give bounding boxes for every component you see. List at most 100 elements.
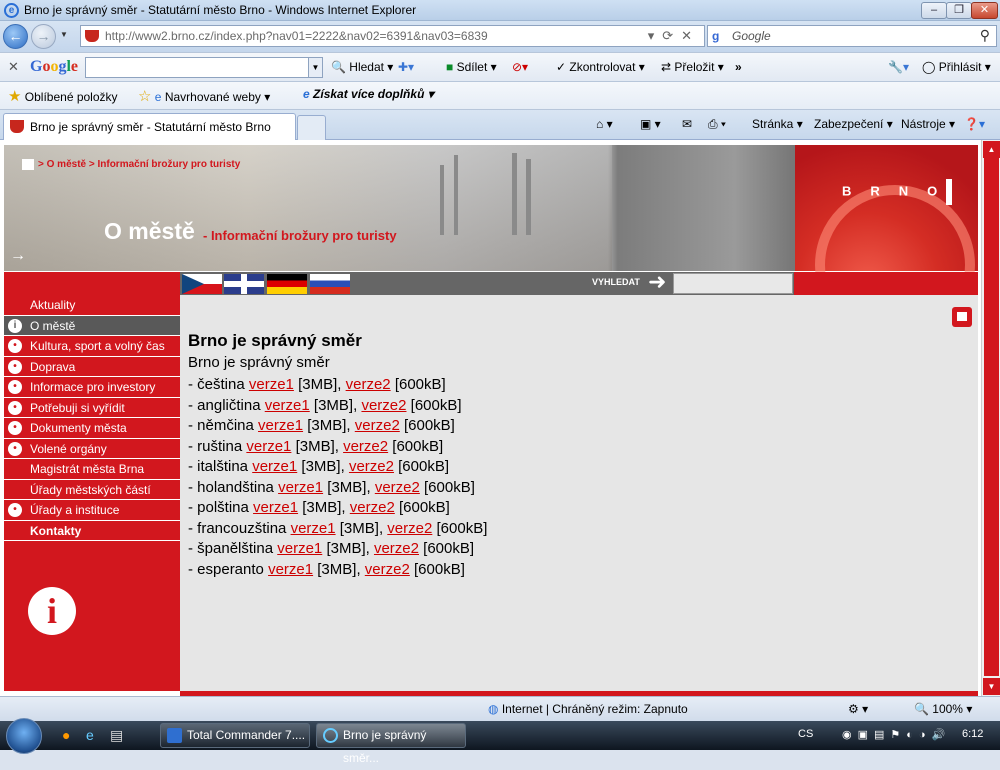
page-menu[interactable]: Stránka ▾: [752, 117, 803, 131]
maximize-button[interactable]: ❐: [946, 2, 972, 19]
flag-english-icon[interactable]: [224, 274, 264, 294]
sidebar-item[interactable]: • Úřady a instituce: [4, 500, 180, 521]
home-icon[interactable]: [22, 159, 34, 170]
task-total-commander[interactable]: Total Commander 7....: [160, 723, 310, 748]
close-button[interactable]: ✕: [971, 2, 998, 19]
sidebar-item[interactable]: Kontakty: [4, 521, 180, 541]
back-button[interactable]: ←: [3, 24, 28, 49]
version1-link[interactable]: verze1: [291, 520, 336, 537]
version2-link[interactable]: verze2: [343, 438, 388, 455]
breadcrumb[interactable]: > O městě > Informační brožury pro turis…: [22, 159, 240, 170]
google-toolbar-input[interactable]: ▼: [85, 57, 323, 78]
help-icon[interactable]: ❓▾: [964, 117, 985, 131]
tab-bar: Brno je správný směr - Statutární město …: [0, 110, 1000, 140]
sidebar-item[interactable]: • Potřebuji si vyřídit: [4, 398, 180, 418]
chevron-down-icon[interactable]: ▼: [308, 58, 322, 77]
print-icon[interactable]: [952, 307, 972, 327]
history-dropdown-icon[interactable]: ▼: [60, 30, 68, 39]
sidebar-item[interactable]: • Kultura, sport a volný čas: [4, 336, 180, 357]
address-url[interactable]: http://www2.brno.cz/index.php?nav01=2222…: [105, 29, 488, 43]
version1-link[interactable]: verze1: [268, 561, 313, 578]
scroll-down-icon[interactable]: ▼: [983, 678, 1000, 695]
flag-czech-icon[interactable]: [182, 274, 222, 294]
version1-link[interactable]: verze1: [277, 540, 322, 557]
get-addons-button[interactable]: e Získat více doplňků ▾: [303, 87, 434, 101]
version2-link[interactable]: verze2: [346, 376, 391, 393]
zone-icons[interactable]: ⚙ ▾: [848, 702, 868, 716]
version2-size: [600kB]: [414, 560, 465, 578]
version2-size: [600kB]: [424, 478, 475, 496]
firefox-icon[interactable]: ●: [62, 727, 70, 743]
version1-link[interactable]: verze1: [246, 438, 291, 455]
sidebar-item[interactable]: Úřady městských částí: [4, 480, 180, 500]
sidebar-item[interactable]: i O městě: [4, 315, 180, 336]
version1-link[interactable]: verze1: [265, 397, 310, 414]
scroll-up-icon[interactable]: ▲: [983, 141, 1000, 158]
google-search-button[interactable]: 🔍 Hledat ▾: [331, 60, 393, 74]
breadcrumb-text[interactable]: > O městě > Informační brožury pro turis…: [38, 159, 240, 170]
version2-link[interactable]: verze2: [365, 561, 410, 578]
ie-icon[interactable]: e: [86, 727, 94, 743]
flag-german-icon[interactable]: [267, 274, 307, 294]
clock[interactable]: 6:12: [962, 728, 983, 740]
security-menu[interactable]: Zabezpečení ▾: [814, 117, 893, 131]
favorites-button[interactable]: ★ Oblíbené položky: [8, 87, 118, 105]
flag-russian-icon[interactable]: [310, 274, 350, 294]
task-ie-brno[interactable]: Brno je správný směr...: [316, 723, 466, 765]
sidebar-item[interactable]: • Informace pro investory: [4, 377, 180, 398]
language-indicator[interactable]: CS: [798, 728, 813, 740]
version1-link[interactable]: verze1: [249, 376, 294, 393]
version2-link[interactable]: verze2: [375, 479, 420, 496]
sidebar-item[interactable]: • Doprava: [4, 357, 180, 377]
version2-link[interactable]: verze2: [374, 540, 419, 557]
version2-link[interactable]: verze2: [350, 499, 395, 516]
signpost-icon: •: [8, 503, 22, 517]
version1-link[interactable]: verze1: [252, 458, 297, 475]
tools-menu[interactable]: Nástroje ▾: [901, 117, 955, 131]
tram-icon: •: [8, 359, 22, 374]
new-tab-button[interactable]: [297, 115, 326, 140]
scroll-thumb[interactable]: [984, 158, 999, 676]
version1-link[interactable]: verze1: [278, 479, 323, 496]
version2-link[interactable]: verze2: [387, 520, 432, 537]
version2-link[interactable]: verze2: [355, 417, 400, 434]
search-icon[interactable]: ⚲: [980, 27, 990, 44]
info-icon[interactable]: i: [28, 587, 76, 635]
mail-icon[interactable]: ✉: [682, 117, 692, 131]
search-placeholder[interactable]: Google: [732, 29, 771, 43]
zoom-control[interactable]: 🔍 100% ▾: [914, 702, 972, 716]
sign-in-button[interactable]: ◯ Přihlásit ▾: [922, 60, 991, 74]
version2-link[interactable]: verze2: [349, 458, 394, 475]
translate-button[interactable]: ⇄ Přeložit ▾: [661, 60, 724, 74]
tab-brno[interactable]: Brno je správný směr - Statutární město …: [3, 113, 296, 140]
vertical-scrollbar[interactable]: ▲ ▼: [981, 140, 1000, 696]
home-icon[interactable]: ⌂ ▾: [596, 117, 613, 131]
share-button[interactable]: ■ Sdílet ▾: [446, 60, 497, 74]
popup-blocker-icon[interactable]: ⊘▾: [512, 60, 528, 74]
wrench-icon[interactable]: 🔧▾: [888, 60, 909, 74]
more-chevron[interactable]: »: [735, 60, 742, 74]
tray-icons[interactable]: ◉▣▤⚑◐◑🔊: [842, 728, 951, 741]
sidebar-item[interactable]: • Dokumenty města: [4, 418, 180, 439]
version1-link[interactable]: verze1: [258, 417, 303, 434]
address-field[interactable]: http://www2.brno.cz/index.php?nav01=2222…: [80, 25, 705, 47]
sidebar-item[interactable]: Aktuality: [4, 295, 180, 316]
spellcheck-button[interactable]: ✓ Zkontrolovat ▾: [556, 60, 645, 74]
search-arrow-icon[interactable]: ➜: [648, 269, 666, 295]
show-desktop-icon[interactable]: ▤: [110, 727, 123, 744]
close-toolbar-icon[interactable]: ✕: [8, 59, 19, 75]
version2-link[interactable]: verze2: [361, 397, 406, 414]
address-actions[interactable]: ▾⟳✕: [648, 28, 700, 44]
site-search-input[interactable]: [673, 273, 793, 294]
minimize-button[interactable]: –: [921, 2, 947, 19]
forward-button[interactable]: →: [31, 24, 56, 49]
sidebar-item[interactable]: Magistrát města Brna: [4, 459, 180, 480]
version1-link[interactable]: verze1: [253, 499, 298, 516]
print-icon[interactable]: ⎙ ▾: [708, 117, 726, 132]
start-button[interactable]: [6, 718, 42, 754]
feeds-icon[interactable]: ▣ ▾: [640, 117, 661, 131]
search-box[interactable]: g Google ⚲: [707, 25, 997, 47]
sidebar-item[interactable]: • Volené orgány: [4, 439, 180, 459]
plus-icon[interactable]: ✚▾: [398, 60, 414, 74]
suggested-sites-button[interactable]: ☆ e Navrhované weby ▾: [138, 87, 270, 105]
